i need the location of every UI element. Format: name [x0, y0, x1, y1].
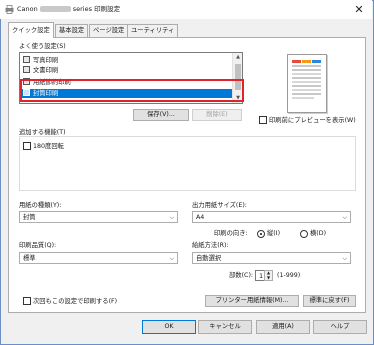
list-item[interactable]: 文書印刷	[23, 66, 229, 75]
help-button[interactable]: ヘルプ	[313, 320, 367, 334]
document-icon	[23, 66, 30, 73]
paper-size-value: A4	[196, 214, 205, 221]
media-type-select[interactable]: 封筒 ⌵	[19, 211, 178, 223]
window-title: Canon series 印刷設定	[17, 4, 120, 15]
always-print-label: 次回もこの設定で印刷する(F)	[33, 298, 118, 305]
print-quality-select[interactable]: 標準 ⌵	[19, 252, 178, 264]
save-button[interactable]: 保存(V)...	[133, 109, 189, 121]
cancel-button[interactable]: キャンセル	[198, 320, 252, 334]
landscape-label: 横(D)	[310, 230, 327, 237]
paper-preview	[287, 54, 327, 113]
redacted-model-name	[39, 6, 71, 12]
print-quality-value: 標準	[23, 255, 36, 262]
rotate-180-checkbox[interactable]	[23, 142, 31, 150]
paper-size-select[interactable]: A4 ⌵	[192, 211, 351, 223]
window-title-suffix: series 印刷設定	[72, 5, 121, 13]
scroll-up-icon[interactable]: ▲	[233, 53, 242, 62]
close-icon[interactable]: ✕	[349, 1, 369, 18]
chevron-down-icon: ⌵	[342, 255, 347, 262]
paper-size-label: 出力用紙サイズ(E):	[192, 202, 247, 209]
window-title-prefix: Canon	[17, 5, 38, 13]
media-type-value: 封筒	[23, 214, 36, 221]
print-quality-label: 印刷品質(Q):	[19, 242, 57, 249]
paper-source-value: 自動選択	[196, 255, 222, 262]
preview-checkbox-label: 印刷前にプレビューを表示(W)	[269, 117, 356, 124]
copies-value: 1	[259, 272, 264, 280]
printer-media-info-button[interactable]: プリンター用紙情報(M)...	[205, 295, 299, 307]
apply-button[interactable]: 適用(A)	[256, 320, 310, 334]
paper-source-select[interactable]: 自動選択 ⌵	[192, 252, 351, 264]
preview-checkbox[interactable]	[259, 116, 267, 124]
list-item-label: 写真印刷	[33, 57, 59, 64]
chevron-down-icon: ⌵	[342, 214, 347, 221]
paper-source-label: 給紙方法(R):	[192, 242, 229, 249]
defaults-button[interactable]: 標準に戻す(F)	[303, 295, 356, 307]
additional-features-box	[19, 136, 356, 191]
delete-button[interactable]: 削除(E)	[192, 109, 242, 121]
always-print-checkbox[interactable]	[23, 297, 31, 305]
list-item-label: 文書印刷	[33, 67, 59, 74]
red-highlight-box	[20, 79, 244, 102]
chevron-down-icon: ⌵	[169, 214, 174, 221]
favorites-label: よく使う設定(S)	[19, 43, 66, 50]
copies-range: (1-999)	[277, 272, 301, 279]
media-type-label: 用紙の種類(Y):	[19, 202, 62, 209]
tab-maintenance[interactable]: ユーティリティ	[127, 24, 179, 37]
copies-stepper[interactable]: ▲ ▼	[264, 270, 273, 281]
ok-button[interactable]: OK	[142, 320, 196, 334]
portrait-radio[interactable]	[257, 230, 265, 238]
tab-main[interactable]: 基本設定	[55, 24, 89, 37]
stepper-down-icon[interactable]: ▼	[265, 276, 272, 280]
copies-label: 部数(C):	[229, 272, 254, 279]
portrait-label: 縦(I)	[267, 230, 281, 237]
tab-quick-setup[interactable]: クイック設定	[8, 22, 54, 38]
tab-page-setup[interactable]: ページ設定	[89, 24, 129, 37]
chevron-down-icon: ⌵	[169, 255, 174, 262]
orientation-label: 印刷の向き:	[214, 230, 248, 237]
preview-image	[292, 60, 321, 99]
list-item[interactable]: 写真印刷	[23, 56, 229, 65]
printer-app-icon	[5, 5, 14, 14]
photo-icon	[23, 56, 30, 63]
rotate-180-label: 180度回転	[33, 143, 64, 150]
landscape-radio[interactable]	[300, 230, 308, 238]
